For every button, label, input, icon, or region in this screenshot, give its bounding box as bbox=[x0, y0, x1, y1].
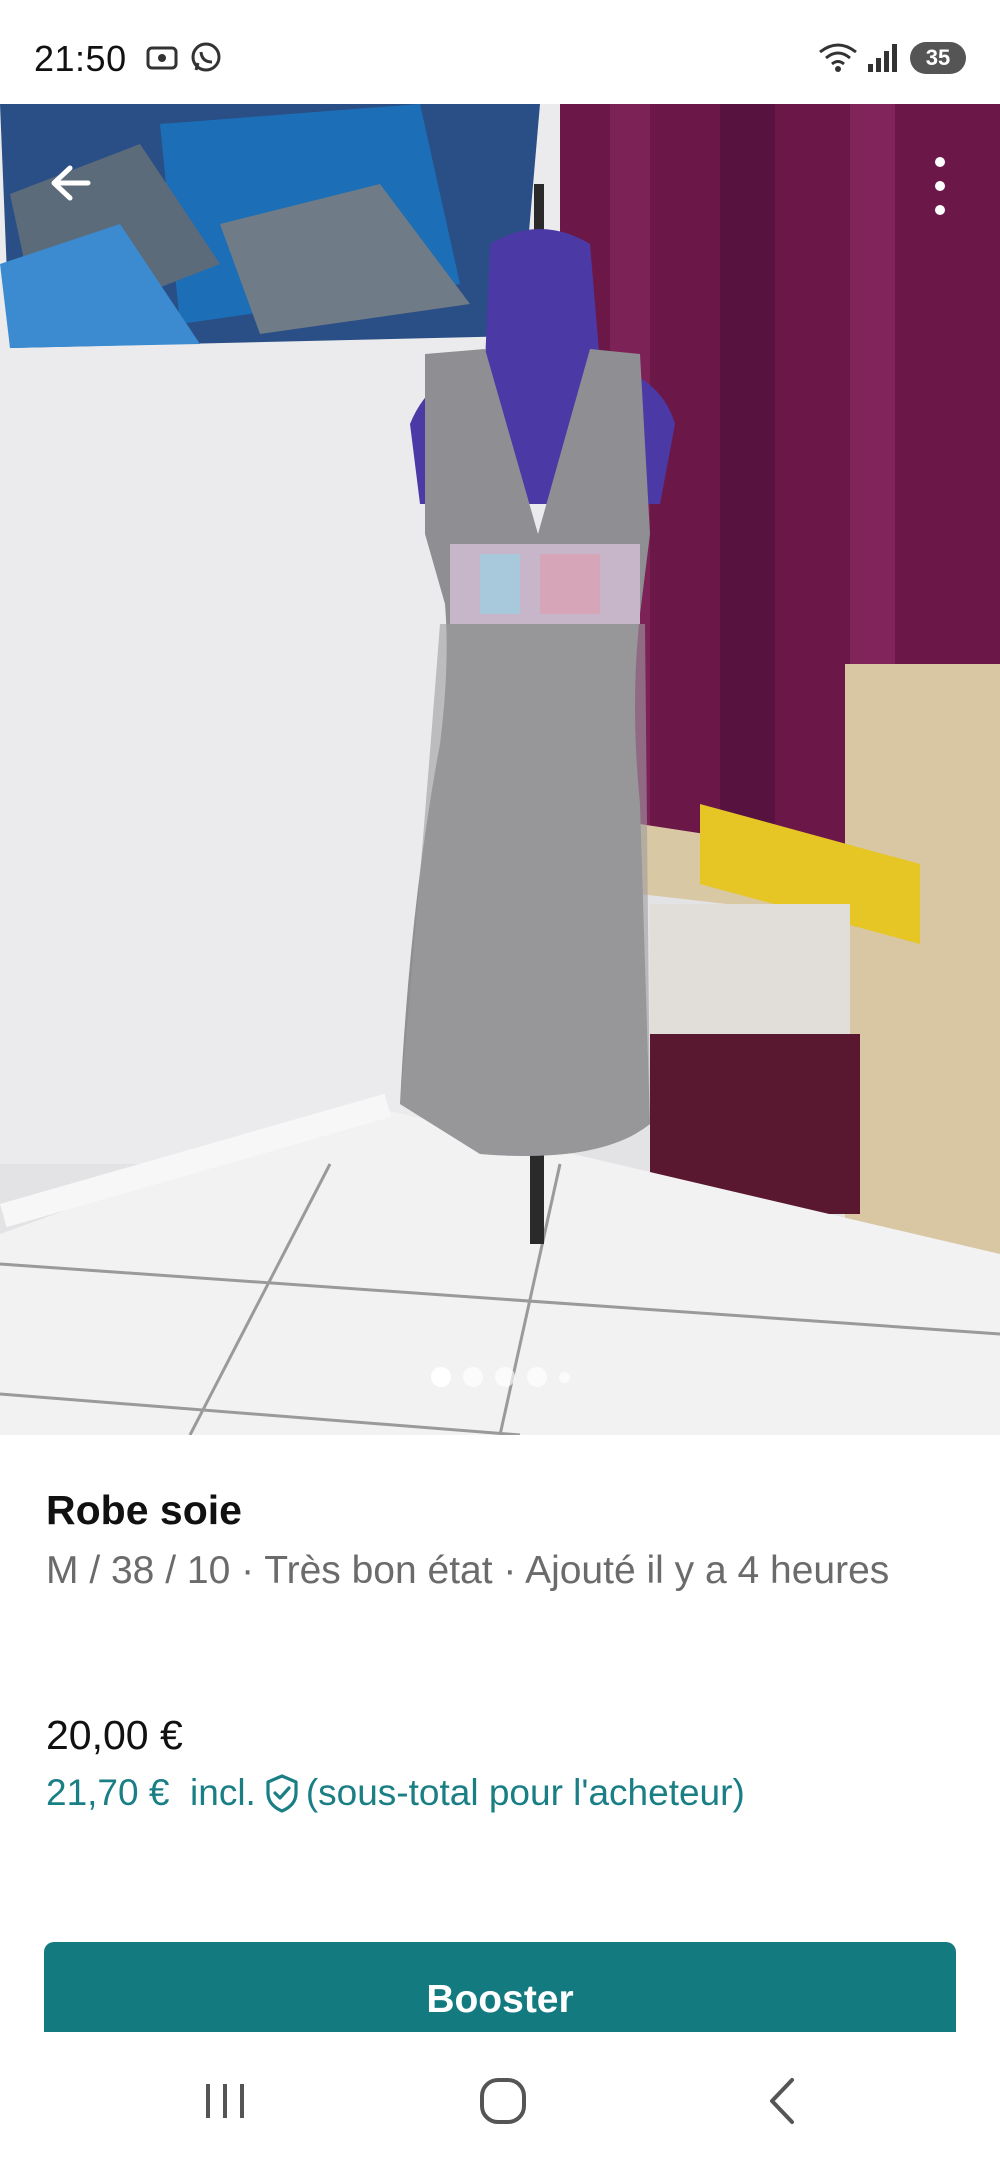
recents-icon[interactable] bbox=[190, 2072, 260, 2132]
price-incl-buyer[interactable]: 21,70 € incl. (sous-total pour l'acheteu… bbox=[46, 1772, 745, 1814]
page-dot[interactable] bbox=[494, 1367, 515, 1387]
product-photo-gallery[interactable] bbox=[0, 104, 1000, 1435]
product-photo bbox=[0, 104, 1000, 1435]
more-vertical-icon[interactable] bbox=[920, 146, 960, 226]
system-nav-bar bbox=[0, 2032, 1000, 2165]
listing-title: Robe soie bbox=[46, 1487, 242, 1533]
price-incl-amount: 21,70 € bbox=[46, 1772, 170, 1813]
back-arrow-icon[interactable] bbox=[30, 150, 96, 216]
listing-meta: M / 38 / 10 · Très bon état · Ajouté il … bbox=[46, 1549, 890, 1592]
gallery-pagination-dots bbox=[0, 1367, 1000, 1393]
page-dot[interactable] bbox=[526, 1367, 547, 1387]
signal-icon bbox=[868, 44, 897, 72]
page-dot[interactable] bbox=[558, 1371, 570, 1383]
home-icon[interactable] bbox=[468, 2072, 538, 2132]
page-dot[interactable] bbox=[430, 1367, 451, 1387]
booster-button[interactable]: Booster bbox=[44, 1942, 956, 2032]
price-incl-label: incl. bbox=[190, 1772, 256, 1813]
shield-check-icon bbox=[266, 1774, 298, 1813]
page-dot[interactable] bbox=[462, 1367, 483, 1387]
listing-info: Robe soie M / 38 / 10 · Très bon état · … bbox=[46, 1484, 956, 1600]
whatsapp-icon bbox=[191, 42, 221, 72]
back-icon[interactable] bbox=[748, 2072, 818, 2132]
battery-indicator: 35 bbox=[910, 42, 966, 74]
wifi-icon bbox=[819, 43, 857, 72]
status-bar: 21:50 35 bbox=[0, 0, 1000, 104]
price-incl-note: (sous-total pour l'acheteur) bbox=[305, 1772, 745, 1813]
status-time: 21:50 bbox=[34, 38, 127, 79]
listing-price: 20,00 € bbox=[46, 1712, 183, 1758]
screen-capture-icon bbox=[146, 46, 178, 70]
